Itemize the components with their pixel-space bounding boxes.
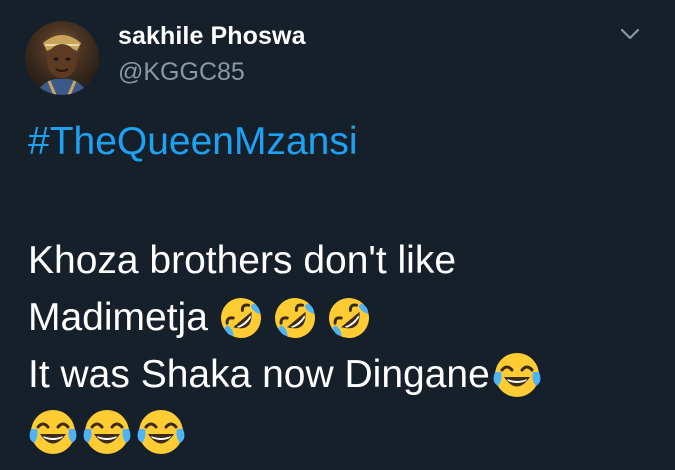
tweet-line-text: Madimetja: [28, 296, 208, 339]
rolling-on-floor-laughing-emoji-icon: [270, 293, 320, 343]
tweet-line: Khoza brothers don't like: [28, 232, 542, 289]
display-name[interactable]: sakhile Phoswa: [118, 22, 306, 51]
face-with-tears-of-joy-emoji-icon: [28, 407, 78, 457]
face-with-tears-of-joy-emoji-icon: [82, 407, 132, 457]
user-handle[interactable]: @KGGC85: [118, 58, 245, 87]
tweet-card[interactable]: sakhile Phoswa @KGGC85 #TheQueenMzansi K…: [0, 0, 675, 470]
avatar[interactable]: [25, 21, 99, 95]
tweet-line-text: It was Shaka now Dingane: [28, 353, 490, 396]
face-with-tears-of-joy-emoji-icon: [136, 407, 186, 457]
avatar-image: [35, 35, 89, 95]
hashtag-link[interactable]: #TheQueenMzansi: [28, 120, 358, 164]
tweet-line-text: Khoza brothers don't like: [28, 239, 457, 282]
rolling-on-floor-laughing-emoji-icon: [324, 293, 374, 343]
chevron-down-icon[interactable]: [618, 24, 642, 44]
tweet-line: It was Shaka now Dingane: [28, 346, 542, 403]
face-with-tears-of-joy-emoji-icon: [492, 350, 542, 400]
rolling-on-floor-laughing-emoji-icon: [216, 293, 266, 343]
tweet-text: Khoza brothers don't like Madimetja It w…: [28, 232, 542, 460]
tweet-line: Madimetja: [28, 289, 542, 346]
tweet-line: [28, 403, 542, 460]
